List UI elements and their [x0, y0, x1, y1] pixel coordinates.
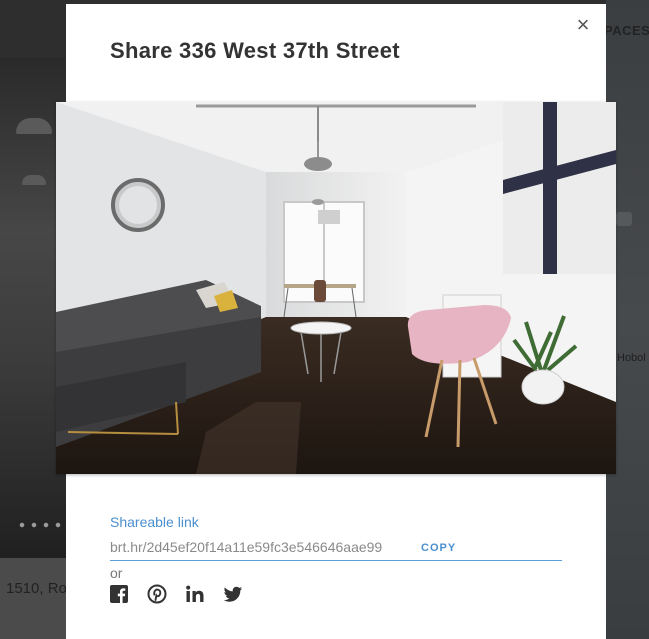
- background-lamp: [16, 118, 52, 134]
- modal-title: Share 336 West 37th Street: [110, 38, 400, 63]
- background-address: 1510, Ro: [6, 580, 67, 597]
- background-header-link: PACES: [604, 23, 649, 38]
- copy-button[interactable]: COPY: [421, 542, 456, 554]
- shareable-link-url[interactable]: brt.hr/2d45ef20f14a11e59fc3e546646aae99: [110, 539, 382, 555]
- close-button[interactable]: ×: [572, 14, 594, 36]
- background-lower-panel: [0, 558, 66, 639]
- shareable-link-field[interactable]: brt.hr/2d45ef20f14a11e59fc3e546646aae99 …: [110, 538, 562, 561]
- facebook-icon[interactable]: [109, 584, 129, 604]
- background-map-route-shield: [616, 212, 632, 226]
- or-divider: or: [110, 565, 123, 581]
- background-lamp: [22, 175, 46, 185]
- twitter-icon[interactable]: [223, 584, 243, 604]
- background-carousel-dots: [16, 522, 64, 528]
- linkedin-icon[interactable]: [185, 584, 205, 604]
- listing-photo: [56, 102, 616, 474]
- pinterest-icon[interactable]: [147, 584, 167, 604]
- shareable-link-label: Shareable link: [110, 514, 199, 530]
- background-map-label: Hobol: [617, 352, 646, 364]
